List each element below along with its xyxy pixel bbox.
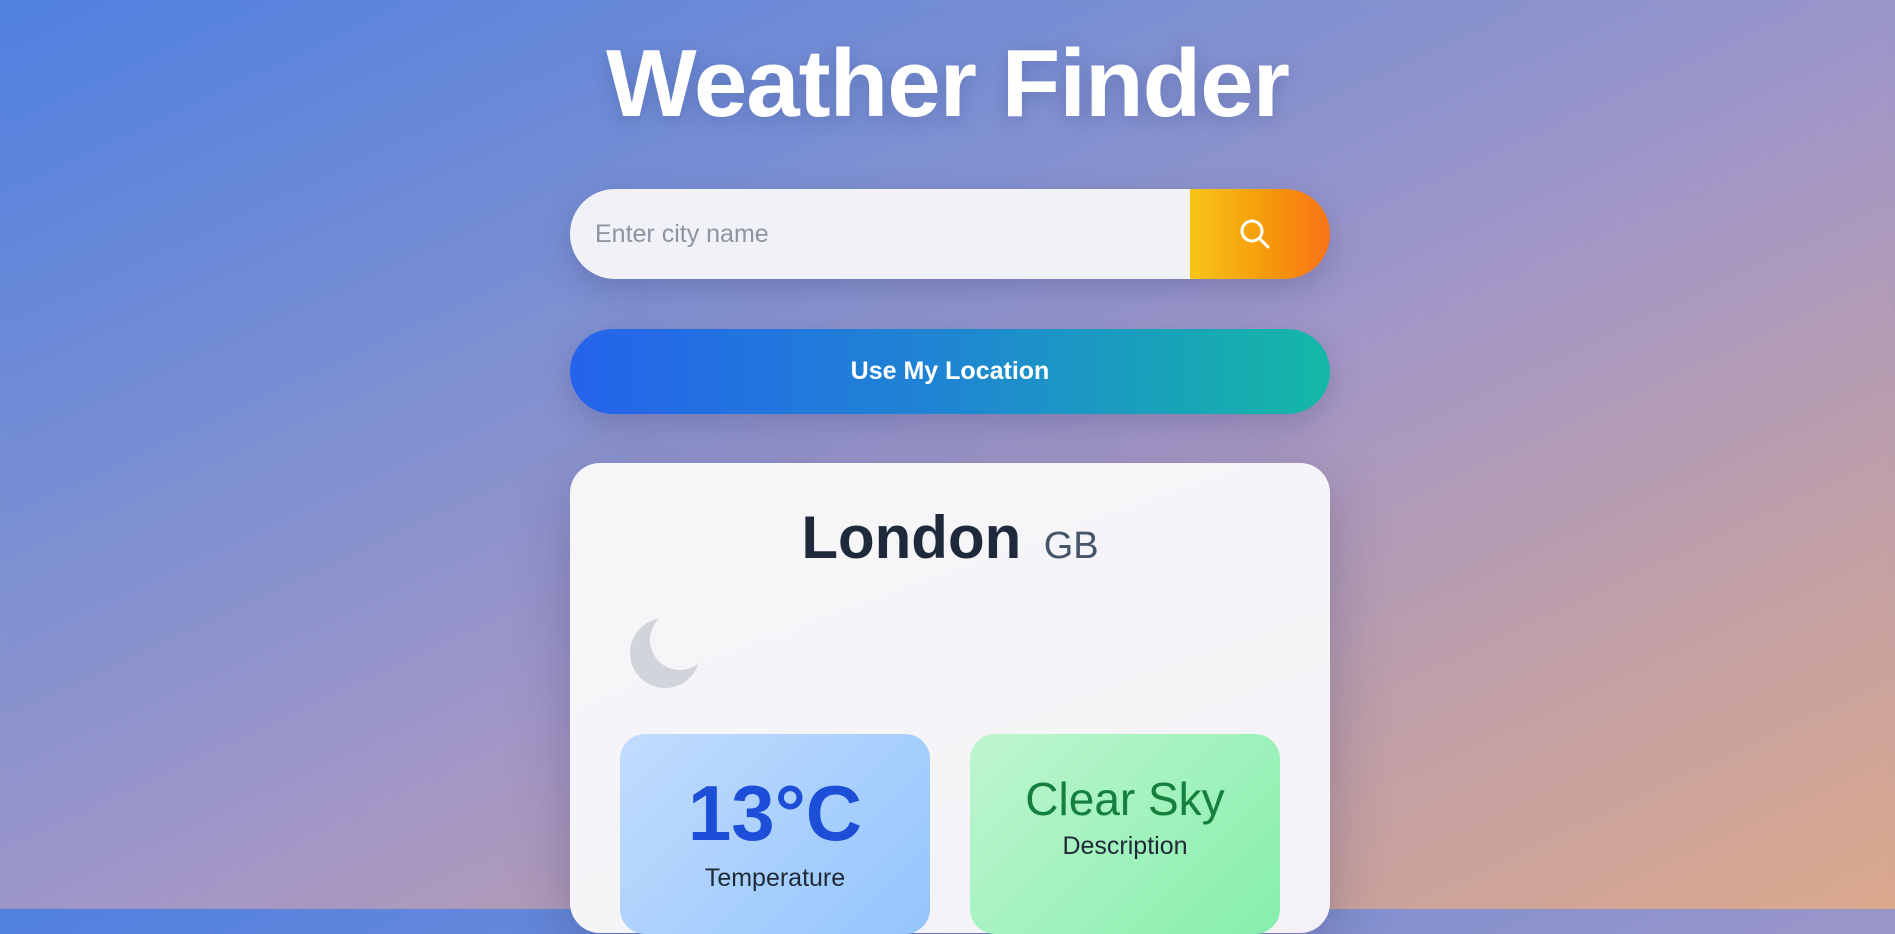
- use-my-location-button[interactable]: Use My Location: [570, 329, 1330, 414]
- description-label: Description: [1062, 832, 1188, 860]
- page-title: Weather Finder: [605, 30, 1290, 137]
- city-search-input[interactable]: [570, 189, 1190, 279]
- search-button[interactable]: [1190, 189, 1330, 279]
- city-name: London: [801, 504, 1022, 571]
- temperature-card: 13°C Temperature: [620, 734, 930, 934]
- description-card: Clear Sky Description: [970, 734, 1280, 934]
- country-code: GB: [1043, 525, 1099, 567]
- temperature-value: 13°C: [687, 769, 863, 857]
- search-icon: [1237, 216, 1273, 252]
- description-value: Clear Sky: [1025, 773, 1225, 825]
- weather-card: London GB 13°C Temperature Clear Sky Des…: [570, 463, 1330, 934]
- moon-icon: [625, 613, 705, 693]
- location-heading: London GB: [570, 503, 1330, 572]
- temperature-label: Temperature: [704, 864, 846, 892]
- search-bar: [570, 189, 1330, 279]
